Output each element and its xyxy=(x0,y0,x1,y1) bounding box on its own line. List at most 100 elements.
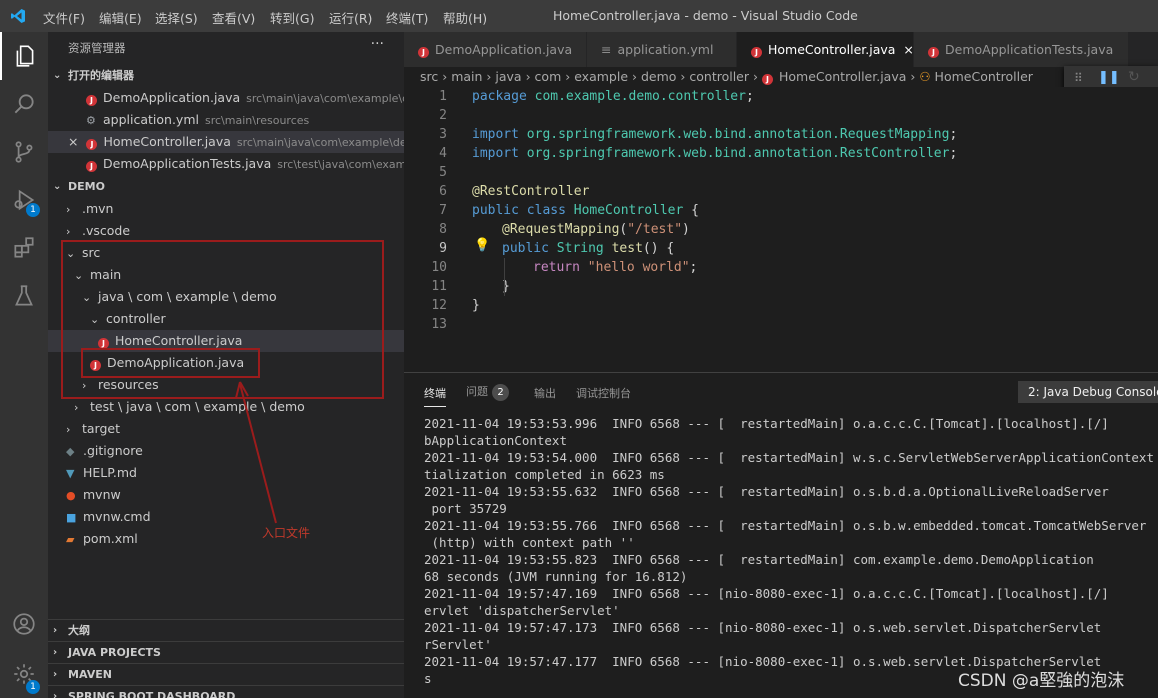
tree-item-label: pom.xml xyxy=(83,531,138,546)
tree-item[interactable]: ● mvnw xyxy=(48,484,404,506)
run-debug-icon[interactable]: 1 xyxy=(0,176,48,224)
outline-header[interactable]: › 大纲 xyxy=(48,620,404,642)
line-number: 10 xyxy=(431,260,447,275)
tab-demoapplication[interactable]: J DemoApplication.java xyxy=(404,32,587,67)
testing-flask-icon[interactable] xyxy=(0,272,48,320)
tree-item-label: mvnw.cmd xyxy=(83,509,151,524)
problems-label: 问题 xyxy=(466,385,488,398)
menu-view[interactable]: 查看(V) xyxy=(212,8,255,27)
gear-icon: ⚙ xyxy=(86,114,96,127)
terminal-line: 2021-11-04 19:57:47.169 INFO 6568 --- [n… xyxy=(424,586,1158,601)
vscode-logo-icon xyxy=(11,9,25,23)
close-icon[interactable]: × xyxy=(68,134,78,149)
code-line: return "hello world"; xyxy=(533,260,698,275)
line-number: 3 xyxy=(439,127,447,142)
menu-run[interactable]: 运行(R) xyxy=(329,8,372,27)
open-editors-label: 打开的编辑器 xyxy=(68,69,134,82)
terminal-line: 2021-11-04 19:53:55.766 INFO 6568 --- [ … xyxy=(424,518,1158,533)
search-icon[interactable] xyxy=(0,80,48,128)
line-number: 2 xyxy=(439,108,447,123)
java-projects-header[interactable]: › JAVA PROJECTS xyxy=(48,642,404,664)
open-editor-path: src\main\java\com\example\d... xyxy=(246,92,404,105)
menu-help[interactable]: 帮助(H) xyxy=(443,8,487,27)
tree-item[interactable]: ▰ pom.xml xyxy=(48,528,404,550)
tab-debug-console[interactable]: 调试控制台 xyxy=(576,385,631,401)
chevron-right-icon: › xyxy=(53,647,58,658)
open-editor-item[interactable]: × J HomeController.java src\main\java\com\e… xyxy=(48,131,404,153)
line-number: 9 xyxy=(439,241,447,256)
tab-problems[interactable]: 问题 2 xyxy=(466,383,509,401)
tree-item[interactable]: ▼ HELP.md xyxy=(48,462,404,484)
tab-homecontroller[interactable]: J HomeController.java × xyxy=(737,32,914,67)
breadcrumb-item[interactable]: HomeController.java xyxy=(779,69,906,84)
explorer-title: 资源管理器 xyxy=(68,41,126,55)
breadcrumb-item[interactable]: main xyxy=(451,69,482,84)
project-header[interactable]: ⌄ DEMO xyxy=(48,176,404,198)
tab-output[interactable]: 输出 xyxy=(534,385,556,401)
line-number: 8 xyxy=(439,222,447,237)
tree-item[interactable]: › .mvn xyxy=(48,198,404,220)
line-number: 13 xyxy=(431,317,447,332)
tree-item[interactable]: ■ mvnw.cmd xyxy=(48,506,404,528)
open-editor-name: DemoApplication.java xyxy=(103,90,241,105)
more-actions-icon[interactable]: ··· xyxy=(371,36,384,52)
java-icon: J xyxy=(86,161,97,172)
code-line: @RequestMapping("/test") xyxy=(502,222,690,237)
explorer-icon[interactable] xyxy=(0,32,48,80)
account-icon[interactable] xyxy=(0,600,48,648)
menu-go[interactable]: 转到(G) xyxy=(270,8,314,27)
run-badge: 1 xyxy=(26,203,40,217)
tree-item[interactable]: ◆ .gitignore xyxy=(48,440,404,462)
code-line: public String test() { xyxy=(502,241,675,256)
tab-application-yml[interactable]: ≡ application.yml xyxy=(587,32,737,67)
breadcrumb-item[interactable]: src xyxy=(420,69,438,84)
terminal-line: 2021-11-04 19:53:55.632 INFO 6568 --- [ … xyxy=(424,484,1158,499)
tree-item[interactable]: › target xyxy=(48,418,404,440)
extensions-icon[interactable] xyxy=(0,224,48,272)
maven-header[interactable]: › MAVEN xyxy=(48,664,404,686)
terminal-line: 2021-11-04 19:57:47.173 INFO 6568 --- [n… xyxy=(424,620,1158,635)
breadcrumb-item[interactable]: com xyxy=(535,69,562,84)
terminal-line: ervlet 'dispatcherServlet' xyxy=(424,603,620,618)
java-icon: J xyxy=(86,139,98,150)
code-editor[interactable]: 1 2 3 4 5 6 7 8 9 10 11 12 13 package co… xyxy=(404,87,1158,372)
open-editor-path: src\main\resources xyxy=(204,114,310,127)
restart-icon[interactable]: ↻ xyxy=(1128,69,1140,85)
pin-icon: ● xyxy=(66,489,76,502)
pause-icon[interactable]: ❚❚ xyxy=(1098,70,1120,85)
drag-handle-icon[interactable]: ⠿ xyxy=(1074,71,1083,85)
annotation-label: 入口文件 xyxy=(262,526,311,540)
breadcrumb-item[interactable]: example xyxy=(574,69,628,84)
tree-item[interactable]: › .vscode xyxy=(48,220,404,242)
menu-terminal[interactable]: 终端(T) xyxy=(386,8,428,27)
spring-dashboard-header[interactable]: › SPRING BOOT DASHBOARD xyxy=(48,686,404,698)
menu-edit[interactable]: 编辑(E) xyxy=(99,8,142,27)
close-icon[interactable]: × xyxy=(903,42,913,57)
menu-selection[interactable]: 选择(S) xyxy=(155,8,198,27)
open-editor-item[interactable]: J DemoApplicationTests.java src\test\java\… xyxy=(48,153,404,175)
manage-gear-icon[interactable]: 1 xyxy=(0,650,48,698)
terminal-selector-dropdown[interactable]: 2: Java Debug Console xyxy=(1018,381,1158,403)
tree-item[interactable]: › test \ java \ com \ example \ demo xyxy=(48,396,404,418)
java-icon: J xyxy=(761,74,773,85)
open-editor-path: src\test\java\com\exampl... xyxy=(277,158,404,171)
tab-terminal[interactable]: 终端 xyxy=(424,385,446,407)
breadcrumb-item[interactable]: controller xyxy=(689,69,749,84)
open-editors-header[interactable]: ⌄ 打开的编辑器 xyxy=(48,65,404,87)
tab-demoapplicationtests[interactable]: J DemoApplicationTests.java xyxy=(914,32,1129,67)
breadcrumb-item[interactable]: java xyxy=(495,69,521,84)
line-number: 5 xyxy=(439,165,447,180)
breadcrumb-item[interactable]: HomeController xyxy=(935,69,1033,84)
line-number: 7 xyxy=(439,203,447,218)
menu-file[interactable]: 文件(F) xyxy=(43,8,85,27)
breadcrumb-item[interactable]: demo xyxy=(641,69,676,84)
chevron-right-icon: › xyxy=(74,401,79,414)
line-number: 1 xyxy=(439,89,447,104)
open-editor-item[interactable]: ⚙ application.yml src\main\resources xyxy=(48,109,404,131)
lightbulb-icon[interactable]: 💡 xyxy=(474,238,490,253)
account-badge: 1 xyxy=(26,680,40,694)
open-editor-item[interactable]: J DemoApplication.java src\main\java\com\e… xyxy=(48,87,404,109)
tree-item-label: .vscode xyxy=(82,223,131,238)
terminal-line: 2021-11-04 19:53:55.823 INFO 6568 --- [ … xyxy=(424,552,1158,567)
source-control-icon[interactable] xyxy=(0,128,48,176)
